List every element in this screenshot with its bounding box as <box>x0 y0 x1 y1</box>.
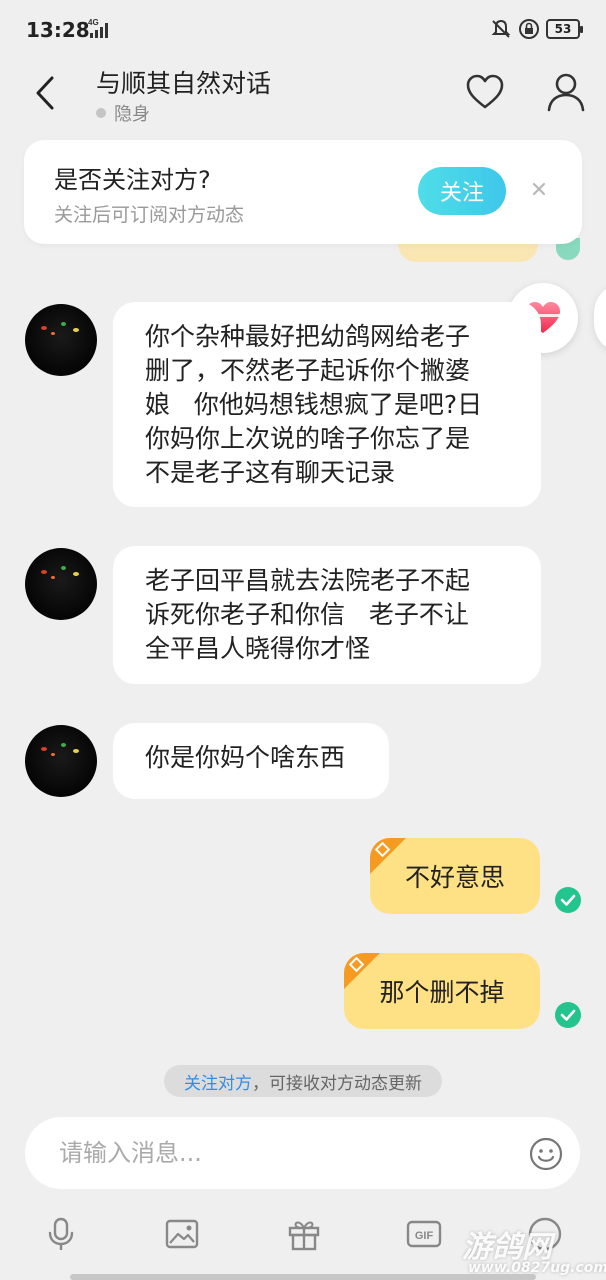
message-bubble-outgoing[interactable]: 不好意思 <box>370 838 540 914</box>
status-icons: 53 <box>490 18 583 40</box>
bell-muted-icon <box>491 19 511 38</box>
network-label: 4G <box>88 18 99 27</box>
avatar[interactable] <box>25 725 97 797</box>
message-bubble-incoming[interactable]: 你是你妈个啥东西 <box>113 723 389 799</box>
lock-rotation-icon <box>519 19 539 39</box>
emoji-icon[interactable] <box>529 1137 563 1171</box>
follow-prompt-title: 是否关注对方? <box>54 166 211 194</box>
follow-prompt-card: 是否关注对方? 关注后可订阅对方动态 关注 <box>24 140 582 244</box>
tag-icon <box>344 953 380 989</box>
heart-outline-icon[interactable] <box>464 72 506 112</box>
message-bubble-incoming[interactable]: 老子回平昌就去法院老子不起 诉死你老子和你信 老子不让 全平昌人晓得你才怪 <box>113 546 541 684</box>
status-bar: 13:28 4G 53 <box>0 0 606 62</box>
presence-status: 隐身 <box>96 100 150 126</box>
follow-prompt-subtitle: 关注后可订阅对方动态 <box>54 204 245 226</box>
image-icon[interactable] <box>164 1216 200 1252</box>
check-icon <box>555 887 581 913</box>
follow-link[interactable]: 关注对方 <box>184 1069 252 1094</box>
close-icon[interactable] <box>528 178 550 200</box>
message-input-bar <box>25 1117 580 1189</box>
message-input[interactable] <box>59 1133 499 1173</box>
watermark-logo: 游鸽网 www.0827ug.com <box>462 1222 606 1278</box>
avatar[interactable] <box>25 548 97 620</box>
chat-header: 与顺其自然对话 隐身 <box>0 62 606 132</box>
battery-indicator: 53 <box>546 19 583 39</box>
status-time: 13:28 <box>26 18 90 42</box>
gif-label: GIF <box>415 1230 434 1242</box>
message-bubble-incoming[interactable]: 你个杂种最好把幼鸽网给老子 删了，不然老子起诉你个撇婆 娘 你他妈想钱想疯了是吧… <box>113 302 541 507</box>
system-hint: 关注对方 ，可接收对方动态更新 <box>164 1065 442 1097</box>
user-icon[interactable] <box>544 70 588 114</box>
system-hint-text: ，可接收对方动态更新 <box>252 1073 422 1094</box>
follow-button[interactable]: 关注 <box>418 167 506 215</box>
message-text: 那个删不掉 <box>379 978 505 1007</box>
avatar[interactable] <box>25 304 97 376</box>
gift-icon[interactable] <box>286 1216 322 1252</box>
check-icon <box>555 1002 581 1028</box>
chat-title: 与顺其自然对话 <box>96 69 272 98</box>
signal-icon: 4G <box>88 18 108 38</box>
presence-label: 隐身 <box>114 104 150 125</box>
mic-icon[interactable] <box>43 1216 79 1252</box>
gif-icon[interactable]: GIF <box>406 1216 442 1252</box>
float-button-partial[interactable] <box>594 283 606 353</box>
presence-dot <box>96 108 106 118</box>
chevron-left-icon[interactable] <box>28 70 64 116</box>
tag-icon <box>370 838 406 874</box>
message-bubble-outgoing[interactable]: 那个删不掉 <box>344 953 540 1029</box>
home-indicator[interactable] <box>70 1274 536 1280</box>
message-text: 不好意思 <box>404 863 505 892</box>
